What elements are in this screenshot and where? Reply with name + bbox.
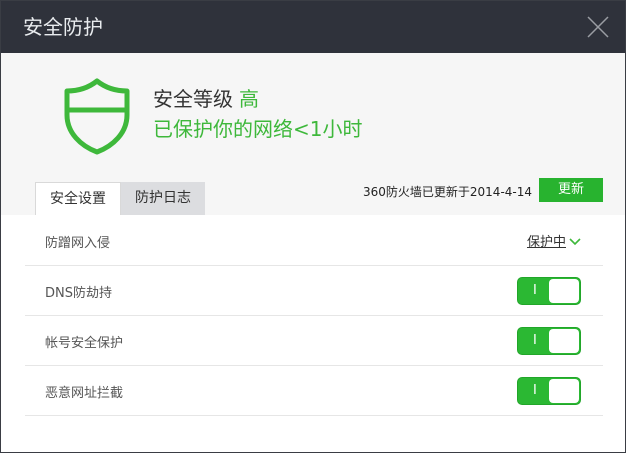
list-item: 防蹭网入侵 保护中	[25, 216, 603, 266]
chevron-down-icon	[569, 235, 581, 250]
setting-label-malicious-url: 恶意网址拦截	[45, 386, 124, 401]
setting-label-anti-freeload: 防蹭网入侵	[45, 236, 111, 251]
security-level-value: 高	[239, 87, 259, 111]
toggle-knob	[549, 329, 579, 353]
account-protection-toggle[interactable]: I	[517, 327, 581, 355]
security-level-label: 安全等级	[153, 87, 233, 111]
list-item: 恶意网址拦截 I	[25, 366, 603, 416]
toggle-on-mark: I	[533, 283, 537, 298]
toggle-knob	[549, 279, 579, 303]
setting-label-dns: DNS防劫持	[45, 286, 112, 301]
setting-label-account: 帐号安全保护	[45, 336, 124, 351]
protection-status-label: 保护中	[526, 235, 566, 250]
tab-protection-log[interactable]: 防护日志	[121, 182, 205, 215]
dialog-title: 安全防护	[23, 15, 103, 39]
toggle-on-mark: I	[533, 333, 537, 348]
malicious-url-toggle[interactable]: I	[517, 377, 581, 405]
tab-security-settings[interactable]: 安全设置	[35, 182, 121, 215]
close-icon	[587, 16, 609, 38]
list-item: DNS防劫持 I	[25, 266, 603, 316]
update-button[interactable]: 更新	[539, 178, 603, 202]
settings-list: 防蹭网入侵 保护中 DNS防劫持 I 帐号安全保护 I 恶意网址拦截 I	[25, 216, 603, 416]
protection-status-dropdown[interactable]: 保护中	[527, 231, 581, 250]
close-button[interactable]	[585, 14, 611, 40]
status-header: 安全等级高 已保护你的网络<1小时 安全设置 防护日志 360防火墙已更新于20…	[1, 53, 625, 215]
dns-protection-toggle[interactable]: I	[517, 277, 581, 305]
list-item: 帐号安全保护 I	[25, 316, 603, 366]
protection-duration: 已保护你的网络<1小时	[153, 117, 363, 141]
toggle-on-mark: I	[533, 383, 537, 398]
security-dialog: 安全防护 安全等级高 已保护你的网络<1小时 安全设置 防护日志 360防火墙已…	[0, 0, 626, 453]
toggle-knob	[549, 379, 579, 403]
shield-icon	[64, 78, 130, 155]
update-info: 360防火墙已更新于2014-4-14	[363, 185, 533, 199]
security-level: 安全等级高	[153, 83, 259, 112]
title-bar: 安全防护	[1, 1, 625, 53]
